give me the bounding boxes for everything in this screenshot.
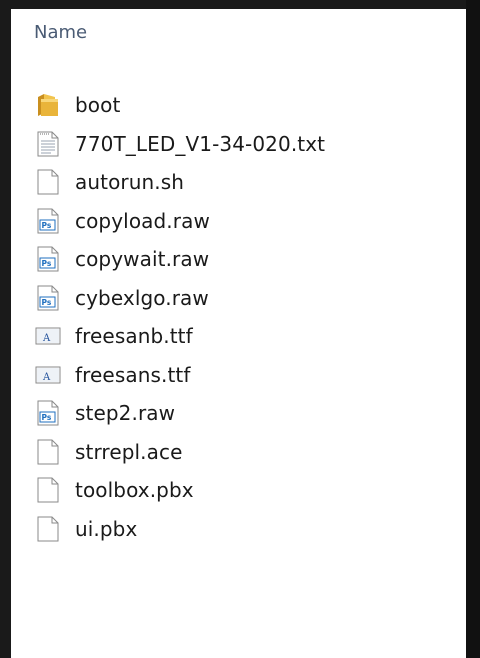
photoshop-file-icon: Ps (34, 283, 62, 313)
svg-text:A: A (42, 372, 51, 383)
window-frame-edge (466, 0, 480, 658)
file-name: freesans.ttf (75, 362, 191, 387)
list-item[interactable]: 770T_LED_V1-34-020.txt (34, 125, 325, 164)
photoshop-file-icon: Ps (34, 398, 62, 428)
photoshop-file-icon: Ps (34, 206, 62, 236)
list-item[interactable]: Ps copyload.raw (34, 202, 325, 241)
list-item[interactable]: boot (34, 86, 325, 125)
file-name: copywait.raw (75, 247, 210, 272)
file-name: freesanb.ttf (75, 324, 193, 349)
list-item[interactable]: Ps step2.raw (34, 394, 325, 433)
file-list: boot 770T_LED_V1-34-020.txt autorun.sh P… (34, 86, 325, 548)
file-name: autorun.sh (75, 170, 185, 195)
list-item[interactable]: autorun.sh (34, 163, 325, 202)
list-item[interactable]: A freesans.ttf (34, 356, 325, 395)
file-name: copyload.raw (75, 208, 210, 233)
font-file-icon: A (34, 321, 62, 351)
folder-icon (34, 90, 62, 120)
list-item[interactable]: ui.pbx (34, 510, 325, 549)
svg-text:Ps: Ps (42, 259, 52, 268)
svg-text:A: A (42, 333, 51, 344)
svg-text:Ps: Ps (42, 221, 52, 230)
generic-file-icon (34, 167, 62, 197)
svg-text:Ps: Ps (42, 413, 52, 422)
list-item[interactable]: Ps cybexlgo.raw (34, 279, 325, 318)
name-column-header[interactable]: Name (34, 22, 87, 43)
list-item[interactable]: A freesanb.ttf (34, 317, 325, 356)
photoshop-file-icon: Ps (34, 244, 62, 274)
file-name: 770T_LED_V1-34-020.txt (75, 131, 326, 156)
generic-file-icon (34, 514, 62, 544)
list-item[interactable]: strrepl.ace (34, 433, 325, 472)
generic-file-icon (34, 475, 62, 505)
list-item[interactable]: Ps copywait.raw (34, 240, 325, 279)
file-name: step2.raw (75, 401, 176, 426)
generic-file-icon (34, 437, 62, 467)
list-item[interactable]: toolbox.pbx (34, 471, 325, 510)
file-name: boot (75, 93, 121, 118)
file-name: strrepl.ace (75, 439, 183, 464)
file-name: toolbox.pbx (75, 478, 194, 503)
file-name: cybexlgo.raw (75, 285, 209, 310)
font-file-icon: A (34, 360, 62, 390)
text-file-icon (34, 129, 62, 159)
file-name: ui.pbx (75, 516, 138, 541)
svg-text:Ps: Ps (42, 298, 52, 307)
